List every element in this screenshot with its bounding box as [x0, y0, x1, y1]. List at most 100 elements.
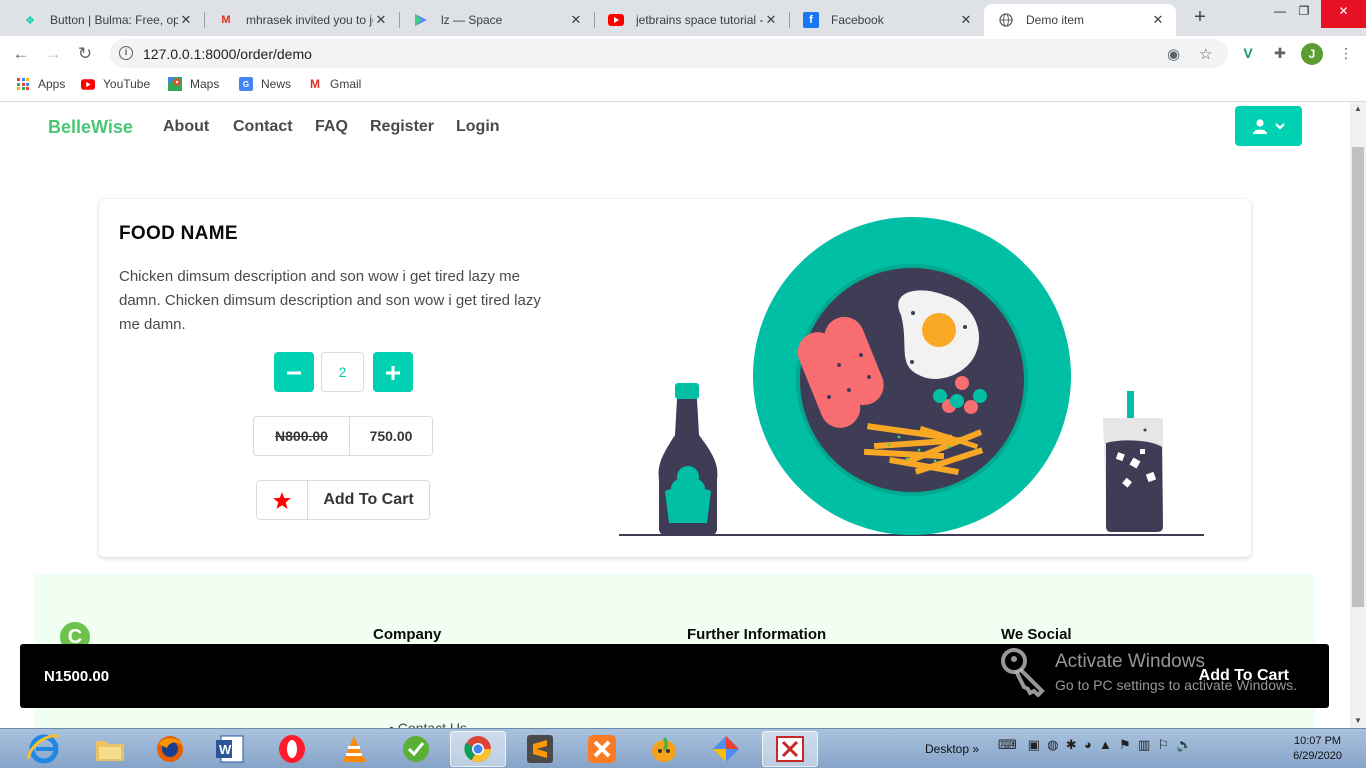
footer-link-contact-us[interactable]: • Contact Us — [389, 720, 467, 728]
close-tab-icon[interactable]: ✕ — [1150, 12, 1166, 28]
user-icon — [1252, 118, 1267, 134]
tab-title: mhrasek invited you to jo — [246, 13, 373, 27]
clock-date: 6/29/2020 — [1293, 750, 1342, 762]
decrease-quantity-button[interactable] — [274, 352, 314, 392]
close-tab-icon[interactable]: ✕ — [178, 12, 194, 28]
address-bar[interactable]: i 127.0.0.1:8000/order/demo ◉ ☆ — [110, 39, 1228, 68]
activate-windows-watermark: Activate Windows Go to PC settings to ac… — [1000, 645, 1330, 701]
bookmark-maps[interactable]: Maps — [168, 77, 219, 91]
fl-studio-icon[interactable] — [636, 731, 692, 767]
page-scrollbar[interactable]: ▲ ▼ — [1350, 102, 1366, 728]
vlc-tray-icon[interactable]: ▲ — [1099, 737, 1112, 752]
file-explorer-icon[interactable] — [82, 731, 138, 767]
clock-time: 10:07 PM — [1293, 735, 1342, 747]
new-tab-button[interactable]: + — [1186, 6, 1214, 30]
increase-quantity-button[interactable] — [373, 352, 413, 392]
ie-icon[interactable] — [22, 731, 70, 767]
minus-icon — [287, 371, 301, 375]
bookmark-star-icon[interactable]: ☆ — [1199, 45, 1212, 63]
vlc-icon[interactable] — [326, 731, 382, 767]
tray-app-icon[interactable]: ◕ — [1084, 737, 1092, 752]
word-icon[interactable]: W — [202, 731, 258, 767]
tab-title: lz — Space — [441, 13, 503, 27]
tab-demo-item[interactable]: Demo item ✕ — [984, 4, 1176, 36]
tab-title: Button | Bulma: Free, ope — [50, 13, 178, 27]
footer-heading-further-information: Further Information — [687, 626, 827, 643]
price-group: N800.00 750.00 — [253, 416, 433, 456]
reload-button[interactable]: ↻ — [73, 42, 97, 66]
app-green-icon[interactable] — [388, 731, 444, 767]
close-window-button[interactable]: ✕ — [1321, 0, 1366, 28]
brand-logo[interactable]: BelleWise — [48, 117, 133, 138]
page-viewport: BelleWise About Contact FAQ Register Log… — [0, 102, 1350, 728]
forward-button[interactable]: → — [41, 42, 65, 66]
system-clock[interactable]: 10:07 PM 6/29/2020 — [1293, 734, 1342, 764]
tray-app-icon[interactable]: ⚑ — [1119, 737, 1131, 752]
back-button[interactable]: ← — [9, 42, 33, 66]
old-price: N800.00 — [254, 417, 350, 455]
tab-facebook[interactable]: f Facebook ✕ — [789, 4, 984, 36]
chrome-icon[interactable] — [450, 731, 506, 767]
sublime-icon[interactable] — [512, 731, 568, 767]
restore-button[interactable]: ❐ — [1286, 0, 1322, 28]
food-plate-illustration — [619, 217, 1204, 536]
profile-avatar[interactable]: J — [1301, 43, 1323, 65]
volume-icon[interactable]: 🔈 — [1176, 737, 1192, 752]
close-tab-icon[interactable]: ✕ — [958, 12, 974, 28]
nav-contact[interactable]: Contact — [233, 118, 293, 136]
opera-icon[interactable] — [264, 731, 320, 767]
extensions-icon[interactable]: ✚ — [1270, 43, 1290, 63]
scrollbar-thumb[interactable] — [1352, 147, 1364, 607]
info-icon[interactable]: i — [119, 46, 133, 60]
nav-faq[interactable]: FAQ — [315, 118, 348, 136]
network-icon[interactable]: ▥ — [1138, 737, 1150, 752]
close-tab-icon[interactable]: ✕ — [568, 12, 584, 28]
bookmark-youtube[interactable]: YouTube — [81, 77, 150, 91]
nav-about[interactable]: About — [163, 118, 209, 136]
tray-app-icon[interactable]: ▣ — [1028, 737, 1040, 752]
star-icon — [257, 481, 308, 519]
news-icon: G — [239, 77, 253, 91]
firefox-icon[interactable] — [142, 731, 198, 767]
add-to-cart-button[interactable]: Add To Cart — [256, 480, 430, 520]
scroll-up-icon[interactable]: ▲ — [1350, 102, 1366, 116]
desktop-toolbar-label[interactable]: Desktop » — [925, 742, 979, 756]
cart-total: N1500.00 — [44, 668, 110, 685]
app-red-icon[interactable] — [762, 731, 818, 767]
nav-register[interactable]: Register — [370, 118, 434, 136]
add-to-cart-label: Add To Cart — [323, 491, 414, 508]
bookmark-news[interactable]: G News — [239, 77, 291, 91]
close-tab-icon[interactable]: ✕ — [763, 12, 779, 28]
vue-devtools-icon[interactable]: V — [1238, 43, 1258, 63]
quantity-input[interactable]: 2 — [321, 352, 364, 392]
key-icon — [1001, 648, 1045, 697]
system-tray[interactable]: ⌨ ▣ ◍ ✱ ◕ ▲ ⚑ ▥ ⚐ 🔈 — [998, 737, 1193, 753]
tab-gmail[interactable]: M mhrasek invited you to jo ✕ — [204, 4, 399, 36]
windows-taskbar: W Desktop » ⌨ ▣ ◍ ✱ ◕ ▲ ⚑ ▥ ⚐ 🔈 10:07 PM… — [0, 728, 1366, 768]
scroll-down-icon[interactable]: ▼ — [1350, 714, 1366, 728]
tab-space[interactable]: lz — Space ✕ — [399, 4, 594, 36]
keyboard-icon[interactable]: ⌨ — [998, 737, 1017, 752]
bookmark-label: Gmail — [330, 77, 362, 91]
food-description: Chicken dimsum description and son wow i… — [119, 268, 541, 333]
location-icon[interactable]: ◉ — [1167, 45, 1180, 63]
bookmark-gmail[interactable]: M Gmail — [308, 77, 361, 91]
bluetooth-icon[interactable]: ✱ — [1066, 737, 1077, 752]
tab-bulma[interactable]: ❖ Button | Bulma: Free, ope ✕ — [8, 4, 204, 36]
bookmark-apps[interactable]: Apps — [16, 77, 65, 91]
user-menu-button[interactable] — [1235, 106, 1302, 146]
space-icon — [413, 12, 429, 28]
app-diamond-icon[interactable] — [698, 731, 754, 767]
desktop-label: Desktop — [925, 742, 970, 756]
menu-icon[interactable]: ⋮ — [1336, 43, 1356, 63]
flag-icon[interactable]: ⚐ — [1157, 737, 1169, 752]
tray-app-icon[interactable]: ◍ — [1047, 737, 1058, 752]
xampp-icon[interactable] — [574, 731, 630, 767]
nav-login[interactable]: Login — [456, 118, 500, 136]
tab-youtube[interactable]: jetbrains space tutorial - ✕ — [594, 4, 789, 36]
chevron-right-icon: » — [972, 742, 980, 756]
close-tab-icon[interactable]: ✕ — [373, 12, 389, 28]
svg-text:W: W — [219, 742, 232, 757]
bookmarks-bar: Apps YouTube Maps G News M Gmail — [0, 71, 1366, 102]
footer-heading-company: Company — [373, 626, 442, 643]
